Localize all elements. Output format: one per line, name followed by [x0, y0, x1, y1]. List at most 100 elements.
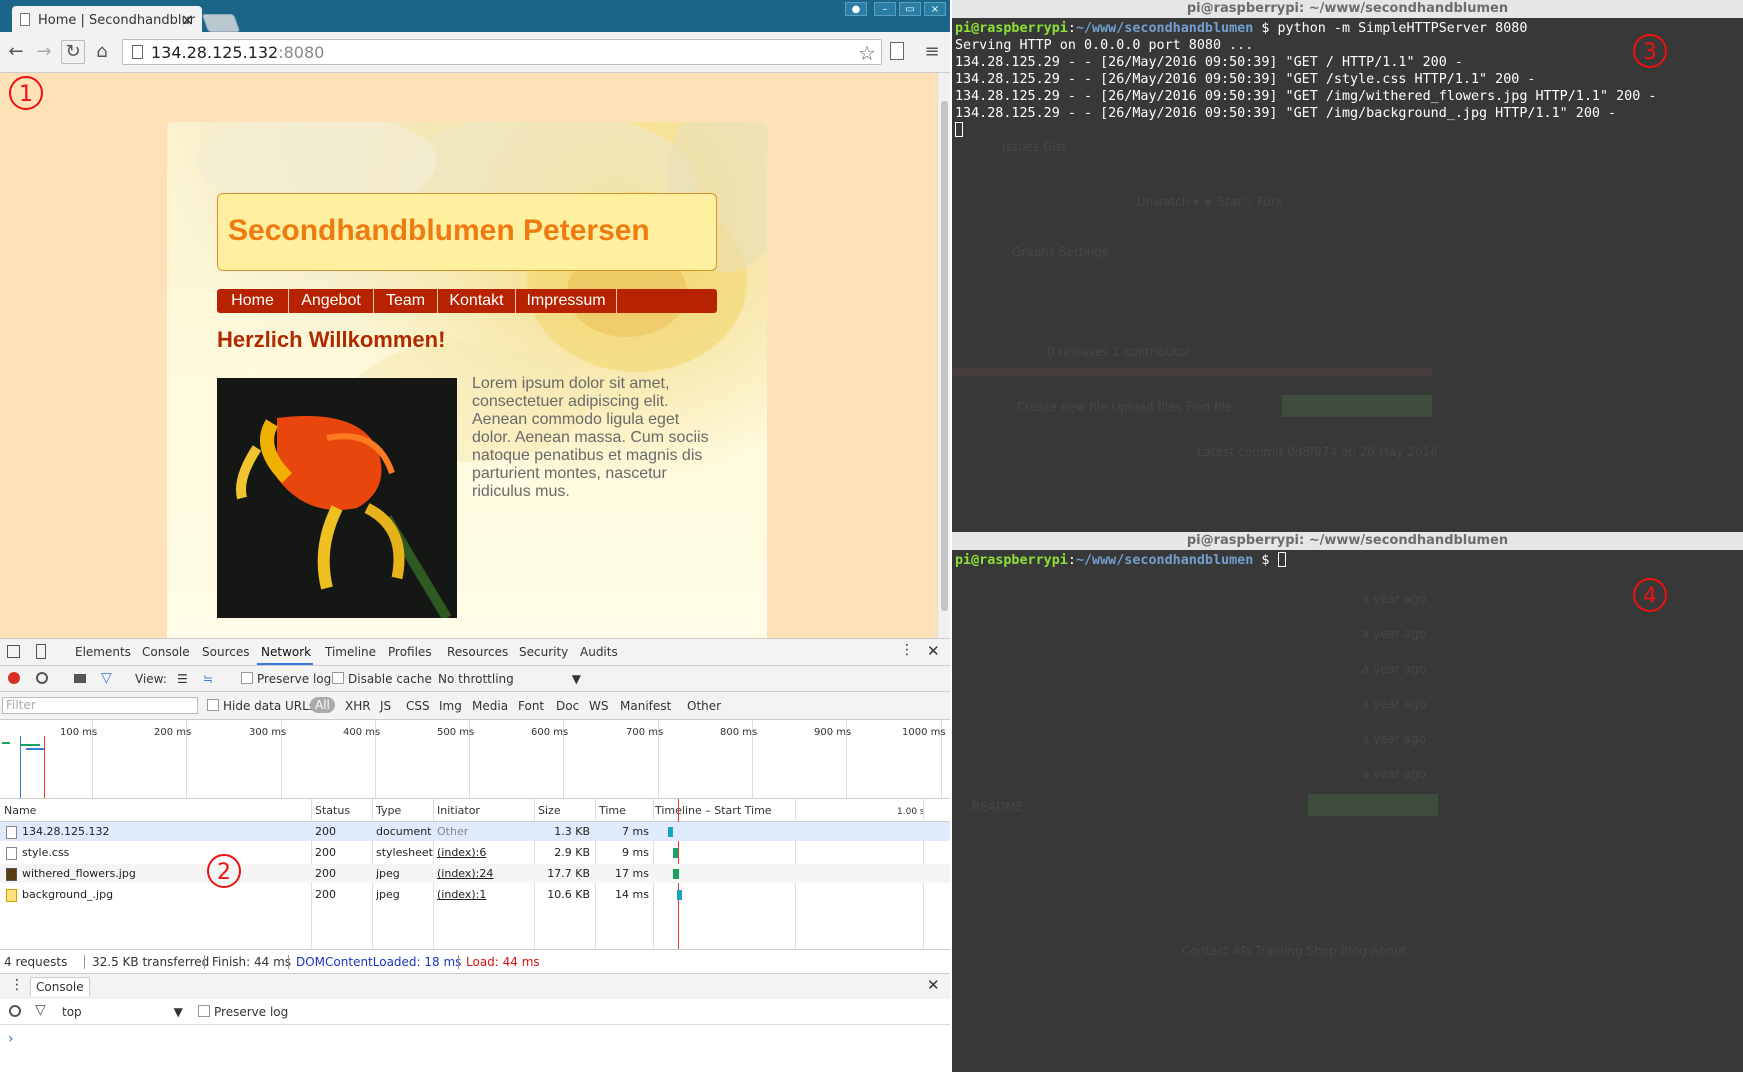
filter-img[interactable]: Img [439, 699, 462, 713]
filter-doc[interactable]: Doc [556, 699, 579, 713]
stylesheet-icon [6, 847, 17, 860]
col-size[interactable]: Size [538, 804, 561, 817]
image-icon [6, 889, 17, 902]
minimize-button[interactable]: – [874, 2, 896, 16]
inspect-element-icon[interactable] [7, 645, 20, 658]
filter-icon[interactable]: ▽ [101, 670, 112, 686]
col-status[interactable]: Status [315, 804, 350, 817]
col-initiator[interactable]: Initiator [437, 804, 480, 817]
url-text[interactable]: 134.28.125.132:8080 [151, 43, 324, 62]
filter-ws[interactable]: WS [589, 699, 608, 713]
initiator-link[interactable]: (index):6 [437, 846, 486, 859]
maximize-button[interactable]: ▭ [899, 2, 921, 16]
filter-all[interactable]: All [310, 697, 335, 713]
overview-bar [2, 742, 10, 744]
context-select[interactable]: top ▼ [62, 1005, 183, 1019]
terminal-shell[interactable]: pi@raspberrypi: ~/www/secondhandblumen a… [952, 532, 1743, 1072]
back-arrow-icon[interactable]: ← [4, 40, 28, 64]
tab-network[interactable]: Network [261, 645, 311, 659]
network-toolbar: ▽ View: ☰ ≒ Preserve log Disable cache N… [0, 666, 950, 692]
filter-js[interactable]: JS [380, 699, 391, 713]
tab-resources[interactable]: Resources [447, 645, 508, 659]
preserve-log-checkbox[interactable]: Preserve log [241, 672, 331, 686]
page-icon [20, 13, 30, 26]
close-drawer-icon[interactable]: ✕ [927, 976, 940, 994]
devtools-tabbar: Elements Console Sources Network Timelin… [0, 639, 950, 666]
drawer-tabbar: ⋮ Console ✕ [0, 973, 950, 1000]
table-row[interactable]: background_.jpg 200 jpeg (index):1 10.6 … [0, 885, 950, 904]
initiator-link[interactable]: (index):1 [437, 888, 486, 901]
home-icon[interactable]: ⌂ [90, 40, 114, 64]
table-row[interactable]: withered_flowers.jpg 200 jpeg (index):24… [0, 864, 950, 883]
drawer-menu-icon[interactable]: ⋮ [10, 977, 24, 993]
new-tab-button[interactable] [201, 14, 241, 32]
console-prompt[interactable]: › [8, 1031, 14, 1047]
annotation-marker-1: 1 [9, 76, 43, 110]
close-icon[interactable]: × [181, 10, 194, 29]
list-view-icon[interactable]: ☰ [177, 672, 188, 686]
col-type[interactable]: Type [376, 804, 401, 817]
console-preserve-log-checkbox[interactable]: Preserve log [198, 1005, 288, 1019]
camera-icon[interactable] [74, 674, 86, 683]
bookmark-star-icon[interactable]: ☆ [858, 41, 876, 65]
terminal-output: pi@raspberrypi:~/www/secondhandblumen $ [955, 552, 1286, 569]
hide-data-urls-checkbox[interactable]: Hide data URLs [207, 699, 315, 713]
col-time[interactable]: Time [599, 804, 626, 817]
overview-tick-label: 1000 ms [902, 727, 946, 738]
nav-kontakt[interactable]: Kontakt [438, 289, 516, 313]
user-icon[interactable]: ● [845, 2, 867, 16]
forward-arrow-icon[interactable]: → [32, 40, 56, 64]
filter-font[interactable]: Font [518, 699, 544, 713]
initiator-link[interactable]: (index):24 [437, 867, 493, 880]
col-timeline[interactable]: Timeline – Start Time [655, 804, 772, 817]
tab-timeline[interactable]: Timeline [325, 645, 376, 659]
table-row[interactable]: 134.28.125.132 200 document Other 1.3 KB… [0, 822, 950, 841]
tab-console[interactable]: Console [142, 645, 190, 659]
nav-angebot[interactable]: Angebot [289, 289, 374, 313]
tab-security[interactable]: Security [519, 645, 568, 659]
drawer-tab-console[interactable]: Console [30, 977, 90, 996]
window-close-button[interactable]: × [924, 2, 946, 16]
scrollbar-thumb[interactable] [941, 101, 948, 611]
filter-css[interactable]: CSS [406, 699, 430, 713]
filter-xhr[interactable]: XHR [345, 699, 371, 713]
withered-flower-image [217, 378, 457, 618]
nav-team[interactable]: Team [374, 289, 438, 313]
tab-elements[interactable]: Elements [75, 645, 131, 659]
filter-other[interactable]: Other [687, 699, 721, 713]
reader-icon[interactable] [890, 42, 904, 60]
nav-impressum[interactable]: Impressum [516, 289, 617, 313]
clear-icon[interactable] [36, 672, 48, 684]
page-scrollbar[interactable] [937, 73, 950, 638]
disable-cache-checkbox[interactable]: Disable cache [332, 672, 432, 686]
timeline-bar [673, 848, 678, 858]
tab-sources[interactable]: Sources [202, 645, 249, 659]
reload-icon[interactable]: ↻ [61, 40, 85, 64]
waterfall-view-icon[interactable]: ≒ [203, 672, 213, 686]
address-bar[interactable]: 134.28.125.132:8080 ☆ [122, 39, 882, 65]
throttling-select[interactable]: No throttling ▼ [438, 672, 581, 686]
browser-tab[interactable]: Home | Secondhandblur × [12, 6, 202, 32]
terminal-cursor [1277, 552, 1286, 567]
tab-profiles[interactable]: Profiles [388, 645, 432, 659]
device-mode-icon[interactable] [36, 644, 46, 659]
filter-input[interactable]: Filter [2, 697, 198, 714]
menu-icon[interactable]: ≡ [920, 40, 944, 64]
network-overview[interactable]: 100 ms 200 ms 300 ms 400 ms 500 ms 600 m… [0, 720, 950, 799]
filter-icon[interactable]: ▽ [35, 1002, 46, 1018]
terminal-cursor [955, 122, 963, 137]
clear-console-icon[interactable] [9, 1005, 21, 1017]
terminal-server[interactable]: pi@raspberrypi: ~/www/secondhandblumen I… [952, 0, 1743, 532]
col-name[interactable]: Name [4, 804, 36, 817]
more-icon[interactable]: ⋮ [900, 642, 914, 658]
overview-tick-label: 800 ms [720, 727, 758, 738]
record-icon[interactable] [8, 672, 20, 684]
overview-bar [26, 748, 44, 750]
filter-media[interactable]: Media [472, 699, 508, 713]
tab-audits[interactable]: Audits [580, 645, 618, 659]
filter-manifest[interactable]: Manifest [620, 699, 671, 713]
table-row[interactable]: style.css 200 stylesheet (index):6 2.9 K… [0, 843, 950, 862]
close-devtools-icon[interactable]: ✕ [927, 642, 940, 660]
chevron-down-icon: ▼ [173, 1005, 183, 1019]
nav-home[interactable]: Home [217, 289, 289, 313]
